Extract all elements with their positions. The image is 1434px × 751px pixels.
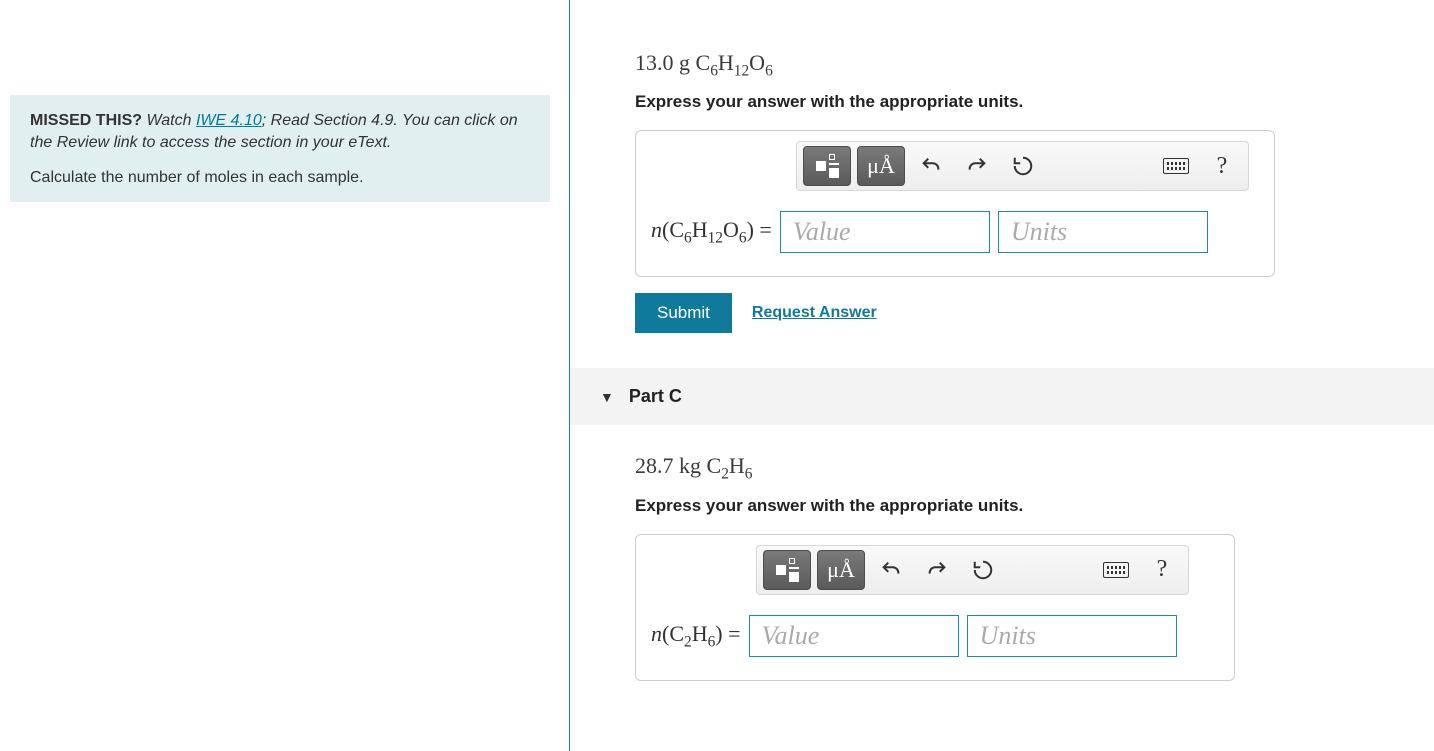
part-b-instruction: Express your answer with the appropriate… bbox=[635, 92, 1434, 112]
part-c-units-input[interactable] bbox=[967, 615, 1177, 657]
hint-missed-text: MISSED THIS? Watch IWE 4.10; Read Sectio… bbox=[30, 110, 530, 155]
request-answer-link[interactable]: Request Answer bbox=[752, 304, 877, 322]
help-icon[interactable]: ? bbox=[1142, 550, 1182, 590]
chevron-down-icon[interactable]: ▼ bbox=[600, 389, 614, 405]
part-c-answer-panel: μÅ ? bbox=[635, 534, 1235, 681]
part-c-given: 28.7 kg C2H6 bbox=[635, 453, 1434, 483]
help-icon[interactable]: ? bbox=[1202, 146, 1242, 186]
part-c-lhs: n(C2H6) = bbox=[651, 621, 749, 651]
undo-icon[interactable] bbox=[871, 550, 911, 590]
part-b-answer-panel: μÅ ? bbox=[635, 130, 1275, 277]
hint-box: MISSED THIS? Watch IWE 4.10; Read Sectio… bbox=[10, 95, 550, 202]
hint-missed-prefix: MISSED THIS? bbox=[30, 112, 142, 129]
part-c-body: 28.7 kg C2H6 Express your answer with th… bbox=[570, 453, 1434, 680]
undo-icon[interactable] bbox=[911, 146, 951, 186]
submit-button[interactable]: Submit bbox=[635, 293, 732, 333]
part-b-lhs: n(C6H12O6) = bbox=[651, 217, 780, 247]
part-c-title: Part C bbox=[629, 386, 682, 407]
iwe-link[interactable]: IWE 4.10 bbox=[196, 112, 262, 129]
part-b-toolbar: μÅ ? bbox=[796, 141, 1249, 191]
part-c-value-input[interactable] bbox=[749, 615, 959, 657]
part-b-body: 13.0 g C6H12O6 Express your answer with … bbox=[570, 50, 1434, 333]
part-c-header[interactable]: ▼ Part C bbox=[570, 368, 1434, 425]
part-c-toolbar: μÅ ? bbox=[756, 545, 1189, 595]
template-fraction-button[interactable] bbox=[803, 146, 851, 186]
part-b-value-input[interactable] bbox=[780, 211, 990, 253]
redo-icon[interactable] bbox=[917, 550, 957, 590]
template-fraction-button[interactable] bbox=[763, 550, 811, 590]
units-symbol-button[interactable]: μÅ bbox=[857, 146, 905, 186]
part-b-given: 13.0 g C6H12O6 bbox=[635, 50, 1434, 80]
reset-icon[interactable] bbox=[963, 550, 1003, 590]
keyboard-icon[interactable] bbox=[1156, 146, 1196, 186]
reset-icon[interactable] bbox=[1003, 146, 1043, 186]
units-symbol-button[interactable]: μÅ bbox=[817, 550, 865, 590]
part-c-instruction: Express your answer with the appropriate… bbox=[635, 496, 1434, 516]
keyboard-icon[interactable] bbox=[1096, 550, 1136, 590]
redo-icon[interactable] bbox=[957, 146, 997, 186]
task-text: Calculate the number of moles in each sa… bbox=[30, 169, 530, 187]
part-b-units-input[interactable] bbox=[998, 211, 1208, 253]
